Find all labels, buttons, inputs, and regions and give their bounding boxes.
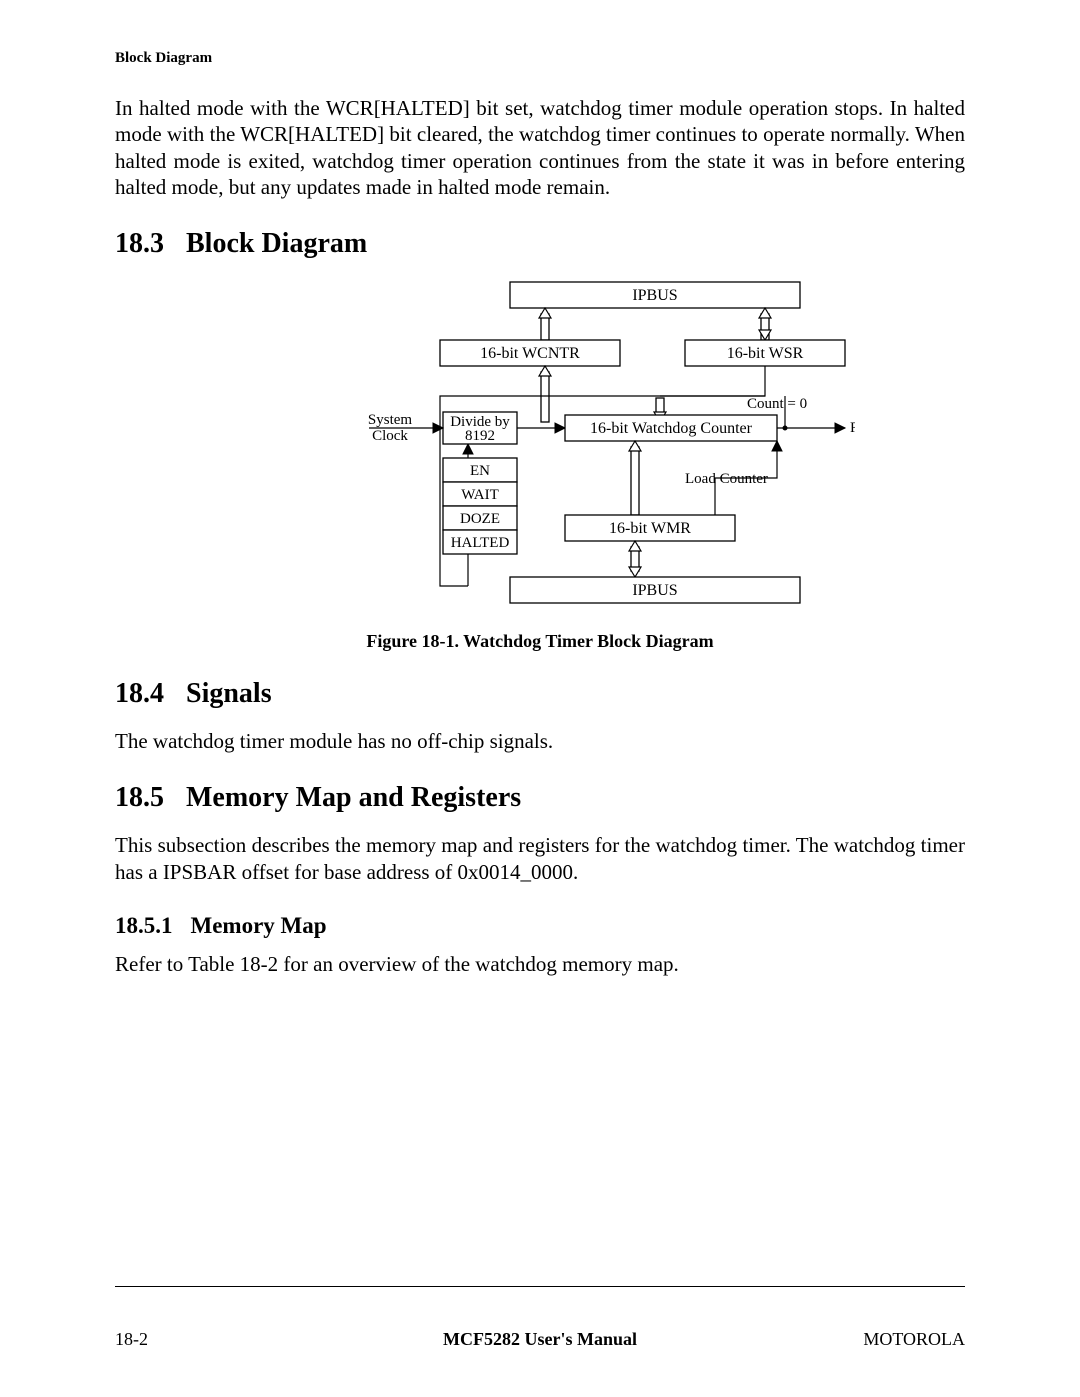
label-halted: HALTED: [451, 535, 510, 551]
label-wcntr: 16-bit WCNTR: [480, 345, 580, 362]
label-count-zero: Count = 0: [747, 396, 807, 412]
body-18-4: The watchdog timer module has no off-chi…: [115, 728, 965, 754]
label-system-clock-l2: Clock: [372, 428, 408, 444]
heading-number: 18.5.1: [115, 913, 173, 939]
label-doze: DOZE: [460, 511, 500, 527]
label-system-clock-l1: System: [368, 412, 413, 428]
heading-number: 18.3: [115, 228, 164, 260]
label-en: EN: [470, 463, 490, 479]
heading-title: Signals: [186, 678, 272, 709]
running-header: Block Diagram: [115, 50, 965, 67]
label-divide-l2: 8192: [465, 428, 495, 444]
label-wmr: 16-bit WMR: [609, 520, 691, 537]
label-wait: WAIT: [461, 487, 499, 503]
heading-18-5: 18.5 Memory Map and Registers: [115, 782, 965, 814]
block-diagram-figure: IPBUS 16-bit WCNTR 16-bit WSR: [225, 278, 855, 613]
label-reset: Reset: [850, 420, 855, 436]
heading-title: Memory Map and Registers: [186, 782, 521, 813]
intro-paragraph: In halted mode with the WCR[HALTED] bit …: [115, 95, 965, 200]
label-watchdog-counter: 16-bit Watchdog Counter: [590, 420, 753, 437]
heading-number: 18.4: [115, 678, 164, 710]
footer-rule: [115, 1286, 965, 1287]
heading-title: Memory Map: [191, 913, 327, 938]
footer-manual-title: MCF5282 User's Manual: [115, 1329, 965, 1350]
label-ipbus-top: IPBUS: [632, 287, 677, 304]
heading-number: 18.5: [115, 782, 164, 814]
body-18-5-1: Refer to Table 18-2 for an overview of t…: [115, 951, 965, 977]
heading-18-4: 18.4 Signals: [115, 678, 965, 710]
body-18-5: This subsection describes the memory map…: [115, 832, 965, 885]
label-ipbus-bottom: IPBUS: [632, 582, 677, 599]
footer-company: MOTOROLA: [863, 1329, 965, 1350]
label-load-counter: Load Counter: [685, 471, 768, 487]
heading-18-5-1: 18.5.1 Memory Map: [115, 913, 965, 939]
heading-title: Block Diagram: [186, 228, 367, 259]
figure-caption: Figure 18-1. Watchdog Timer Block Diagra…: [115, 631, 965, 652]
page: Block Diagram In halted mode with the WC…: [0, 0, 1080, 1397]
label-wsr: 16-bit WSR: [727, 345, 804, 362]
heading-18-3: 18.3 Block Diagram: [115, 228, 965, 260]
